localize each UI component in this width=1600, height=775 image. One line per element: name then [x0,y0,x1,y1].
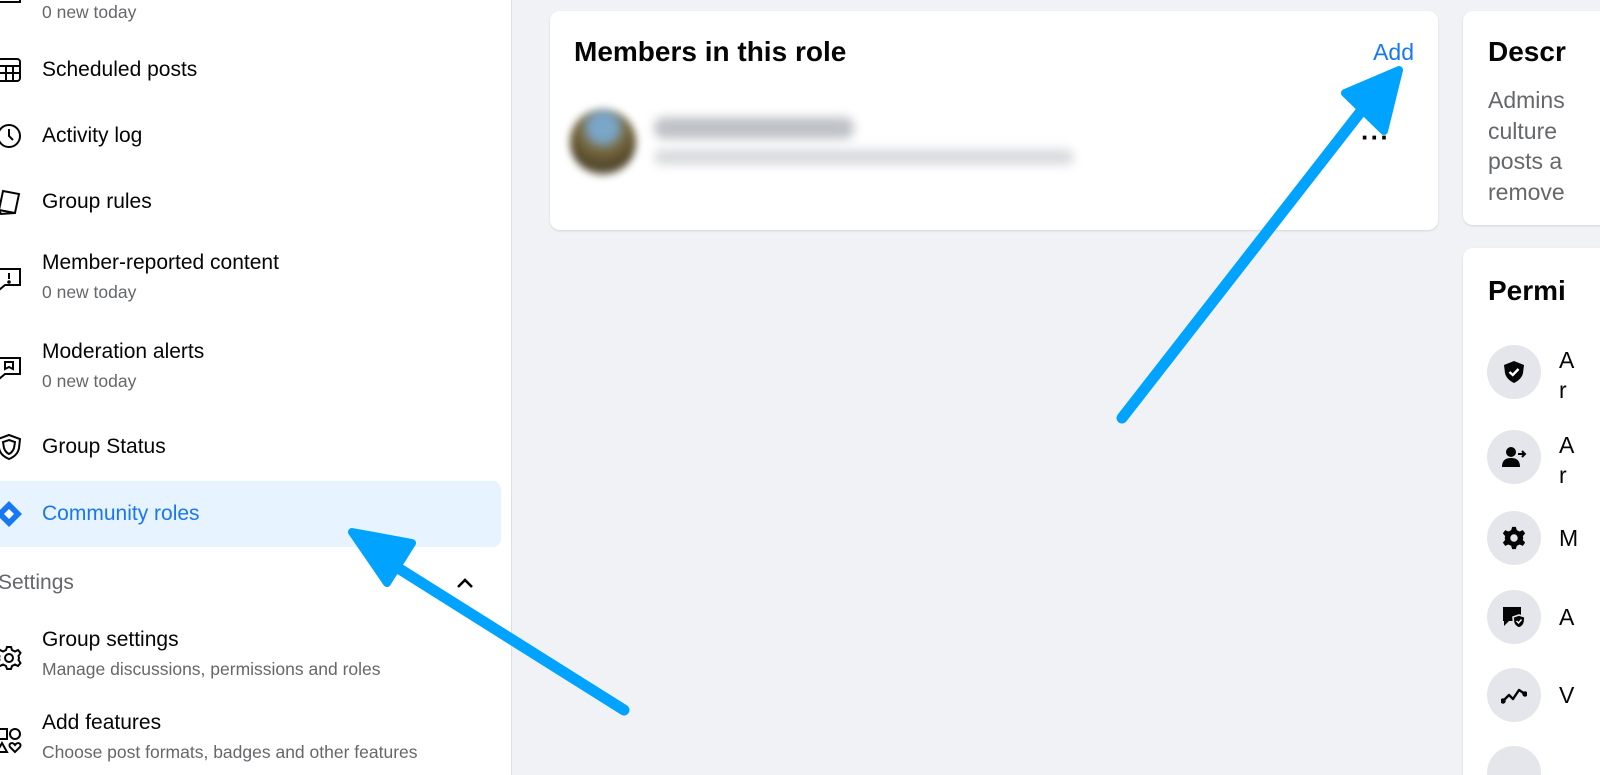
description-line: posts a [1488,148,1563,174]
sidebar-item-group-rules[interactable]: Group rules [0,187,511,217]
sidebar-item-label: Add features [42,711,162,734]
sidebar-item-add-features[interactable]: Add features Choose post formats, badges… [0,710,511,775]
sidebar: 0 new today Scheduled posts Activity log… [0,0,512,775]
sidebar-item-sub: 0 new today [42,371,137,391]
report-bubble-icon [0,264,24,294]
alert-bubble-icon [0,353,24,383]
chevron-up-icon[interactable] [454,572,476,594]
card-title: Members in this role [574,36,847,67]
chat-shield-icon [1487,590,1541,644]
gear-icon [1487,511,1541,565]
sidebar-item-label: Community roles [42,502,200,525]
permission-text: A r [1559,347,1575,403]
sidebar-item-label: Group settings [42,628,179,651]
settings-section-header[interactable]: Settings [0,568,488,598]
member-row[interactable]: ··· [568,107,1420,181]
more-options-button[interactable]: ··· [1361,124,1390,150]
member-name-blurred[interactable] [654,117,854,139]
gear-icon [0,643,24,673]
permission-text: A [1559,604,1575,630]
calendar-grid-icon [0,55,24,85]
sidebar-item-label: Activity log [42,124,143,147]
description-line: culture [1488,117,1558,144]
description-card: Descr Admins culture posts a remove [1463,11,1600,225]
diamond-badge-icon [0,499,24,529]
description-line: Admins [1488,87,1565,113]
shield-check-icon [1487,345,1541,399]
sidebar-item-group-settings[interactable]: Group settings Manage discussions, permi… [0,627,511,687]
shapes-icon [0,726,24,756]
sidebar-item-pending[interactable]: 0 new today [0,0,511,24]
sidebar-item-activity-log[interactable]: Activity log [0,121,511,151]
sidebar-item-label: Scheduled posts [42,58,198,81]
person-arrow-icon [1487,430,1541,484]
sidebar-item-moderation-alerts[interactable]: Moderation alerts 0 new today [0,339,511,399]
sidebar-item-sub: 0 new today [42,2,137,22]
section-title: Settings [0,571,74,594]
sidebar-item-group-status[interactable]: Group Status [0,432,511,462]
sidebar-item-scheduled-posts[interactable]: Scheduled posts [0,55,511,85]
description-line: remove [1488,178,1565,205]
inbox-icon [0,0,24,16]
members-card: Members in this role Add ··· [550,11,1438,230]
sidebar-item-sub: Manage discussions, permissions and role… [42,659,381,679]
sidebar-item-sub: 0 new today [42,282,137,302]
sidebar-item-label: Member-reported content [42,251,279,274]
sidebar-item-label: Group Status [42,435,166,458]
card-title: Descr [1488,36,1566,67]
trend-line-icon [1487,668,1541,722]
sidebar-item-community-roles[interactable]: Community roles [0,481,501,547]
sidebar-item-label: Moderation alerts [42,340,205,363]
sidebar-item-sub: Choose post formats, badges and other fe… [42,742,418,762]
clock-icon [0,121,24,151]
permission-text: V [1559,682,1575,708]
member-details-blurred [654,149,1074,165]
permissions-card: Permi A r A r M A V [1463,248,1600,775]
card-title: Permi [1488,275,1566,306]
add-member-button[interactable]: Add [1373,37,1414,67]
permission-text: A r [1559,432,1575,488]
book-icon [0,187,24,217]
description-text: Admins culture posts a remove [1488,85,1600,207]
avatar[interactable] [570,109,636,175]
permission-icon [1487,746,1541,775]
sidebar-item-member-reported-content[interactable]: Member-reported content 0 new today [0,250,511,310]
permission-text: M [1559,525,1579,551]
sidebar-item-label: Group rules [42,190,152,213]
shield-icon [0,432,24,462]
